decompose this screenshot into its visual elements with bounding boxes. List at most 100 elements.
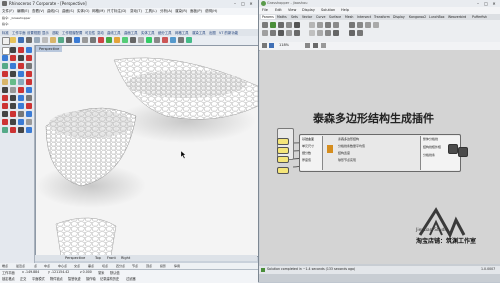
offset-icon[interactable] bbox=[2, 71, 8, 77]
gh-tab-transform[interactable]: Transform bbox=[374, 15, 390, 19]
menu-mesh[interactable]: 网格(M) bbox=[92, 9, 105, 14]
gh-maximize-icon[interactable]: □ bbox=[483, 1, 489, 6]
tab-subd-tools[interactable]: 细分工具 bbox=[158, 30, 172, 35]
point-param-icon[interactable] bbox=[270, 22, 276, 28]
gh-tab-intersect[interactable]: Intersect bbox=[357, 15, 371, 19]
block-icon[interactable] bbox=[18, 119, 24, 125]
hatch-icon[interactable] bbox=[10, 119, 16, 125]
save-file-icon[interactable] bbox=[269, 43, 274, 48]
menu-dimension[interactable]: 尺寸标注(D) bbox=[107, 9, 126, 14]
input-thickness[interactable]: 厚度值 bbox=[302, 158, 311, 162]
open-icon[interactable] bbox=[10, 37, 16, 43]
zoom-extents-icon[interactable] bbox=[90, 37, 96, 43]
command-history[interactable]: 指令: _Grasshopper 指令: bbox=[0, 15, 258, 30]
trim-icon[interactable] bbox=[10, 71, 16, 77]
tab-render-tools[interactable]: 渲染工具 bbox=[192, 30, 206, 35]
print-icon[interactable] bbox=[26, 37, 32, 43]
menu-curve[interactable]: 曲线(C) bbox=[47, 9, 59, 14]
split-icon[interactable] bbox=[18, 71, 24, 77]
gh-tab-curve[interactable]: Curve bbox=[316, 15, 325, 19]
osnap-intersection[interactable]: 交点 bbox=[74, 264, 80, 268]
tab-setview[interactable]: 设置视图 bbox=[27, 30, 41, 35]
pointer-icon[interactable] bbox=[2, 47, 10, 55]
status-smarttrack[interactable]: 智慧轨迹 bbox=[68, 276, 81, 281]
mesh-param-icon[interactable] bbox=[262, 30, 268, 36]
sweep-icon[interactable] bbox=[26, 79, 32, 85]
open-file-icon[interactable] bbox=[262, 43, 267, 48]
osnap-end[interactable]: 端点 bbox=[2, 264, 8, 268]
analyze-icon[interactable] bbox=[26, 119, 32, 125]
osnap-perp[interactable]: 垂点 bbox=[88, 264, 94, 268]
status-gumball[interactable]: 操作轴 bbox=[86, 276, 96, 281]
osnap-icon[interactable] bbox=[146, 37, 152, 43]
osnap-knot[interactable]: 节点 bbox=[132, 264, 138, 268]
panel-icon[interactable] bbox=[317, 22, 323, 28]
tab-standard[interactable]: 标准 bbox=[2, 30, 9, 35]
color-swatch-icon[interactable] bbox=[317, 30, 323, 36]
close-icon[interactable]: ✕ bbox=[248, 1, 254, 6]
text-icon[interactable] bbox=[18, 63, 24, 69]
zoom-icon[interactable] bbox=[82, 37, 88, 43]
menu-edit[interactable]: 编辑(E) bbox=[17, 9, 29, 14]
polygon-icon[interactable] bbox=[10, 63, 16, 69]
tab-solid-tools[interactable]: 实体工具 bbox=[141, 30, 155, 35]
osnap-project[interactable]: 投影 bbox=[160, 264, 166, 268]
cut-icon[interactable] bbox=[34, 37, 40, 43]
tab-curve-tools[interactable]: 曲线工具 bbox=[107, 30, 121, 35]
gh-tab-display[interactable]: Display bbox=[393, 15, 405, 19]
tab-drafting[interactable]: 出图 bbox=[209, 30, 216, 35]
dimension-icon[interactable] bbox=[2, 119, 8, 125]
line-icon[interactable] bbox=[18, 47, 24, 53]
surface-icon[interactable] bbox=[2, 79, 8, 85]
mesh-icon[interactable] bbox=[18, 95, 24, 101]
boolean-union-icon[interactable] bbox=[2, 95, 8, 101]
gh-tab-mesh[interactable]: Mesh bbox=[345, 15, 353, 19]
paste-icon[interactable] bbox=[50, 37, 56, 43]
curve-param-icon[interactable] bbox=[278, 22, 284, 28]
gh-minimize-icon[interactable]: – bbox=[475, 1, 481, 6]
vector-param-icon[interactable] bbox=[270, 30, 276, 36]
control-points-icon[interactable] bbox=[2, 127, 8, 133]
status-filter[interactable]: 过滤器 bbox=[126, 276, 136, 281]
boolean-difference-icon[interactable] bbox=[10, 95, 16, 101]
preview-component-2[interactable] bbox=[458, 147, 468, 157]
status-osnap[interactable]: 物件锁点 bbox=[50, 276, 63, 281]
subd-icon[interactable] bbox=[26, 95, 32, 101]
gh-tab-weaverbird[interactable]: Weaverbird bbox=[448, 15, 466, 19]
output-frame[interactable]: 结构线框外框 bbox=[423, 145, 441, 149]
gh-menu-view[interactable]: View bbox=[288, 8, 296, 12]
osnap-disable[interactable]: 停用 bbox=[174, 264, 180, 268]
gh-tab-lunchbox[interactable]: LunchBox bbox=[429, 15, 444, 19]
line-param-icon[interactable] bbox=[294, 30, 300, 36]
tab-right[interactable]: Right bbox=[121, 256, 130, 260]
gh-tab-surface[interactable]: Surface bbox=[329, 15, 341, 19]
project-icon[interactable] bbox=[18, 127, 24, 133]
rebuild-icon[interactable] bbox=[10, 127, 16, 133]
status-planar[interactable]: 平面模式 bbox=[32, 276, 45, 281]
array-icon[interactable] bbox=[10, 111, 16, 117]
preview-component-1[interactable] bbox=[448, 144, 458, 154]
rectangle-icon[interactable] bbox=[2, 63, 8, 69]
gh-slider-thickness[interactable] bbox=[277, 156, 289, 163]
gh-close-icon[interactable]: ✕ bbox=[491, 1, 497, 6]
lock-icon[interactable] bbox=[162, 37, 168, 43]
sphere-icon[interactable] bbox=[10, 87, 16, 93]
osnap-center[interactable]: 中心点 bbox=[58, 264, 67, 268]
menu-solid[interactable]: 实体(O) bbox=[77, 9, 90, 14]
geometry-param-icon[interactable] bbox=[262, 22, 268, 28]
explode-icon[interactable] bbox=[18, 111, 24, 117]
polyline-icon[interactable] bbox=[26, 47, 32, 53]
tab-perspective[interactable]: Perspective bbox=[65, 256, 85, 260]
domain-param-icon[interactable] bbox=[373, 22, 379, 28]
preview-icon[interactable] bbox=[313, 43, 318, 48]
arc-icon[interactable] bbox=[18, 55, 24, 61]
boolean-param-icon[interactable] bbox=[365, 22, 371, 28]
shade-icon[interactable] bbox=[130, 37, 136, 43]
osnap-tan[interactable]: 切点 bbox=[102, 264, 108, 268]
point-icon[interactable] bbox=[10, 47, 16, 53]
path-param-icon[interactable] bbox=[357, 30, 363, 36]
output-lines[interactable]: 分格线条 bbox=[423, 153, 435, 157]
value-list-icon[interactable] bbox=[309, 30, 315, 36]
save-icon[interactable] bbox=[18, 37, 24, 43]
gh-menu-edit[interactable]: Edit bbox=[275, 8, 282, 12]
